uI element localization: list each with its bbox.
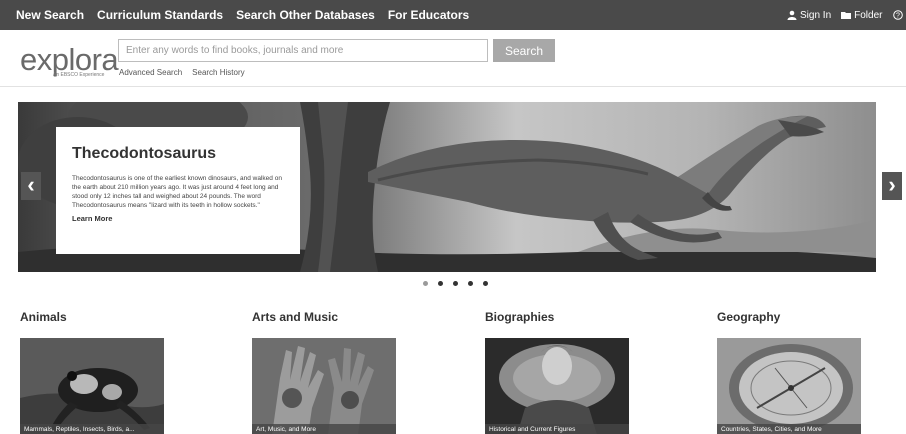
folder-icon	[841, 12, 852, 19]
chevron-left-icon: ‹	[27, 172, 35, 197]
carousel-next-button[interactable]: ›	[882, 172, 902, 200]
category-title[interactable]: Animals	[20, 310, 180, 332]
search-button[interactable]: Search	[493, 39, 555, 62]
nav-new-search[interactable]: New Search	[16, 8, 84, 22]
category-caption: Art, Music, and More	[252, 424, 396, 434]
category-title[interactable]: Arts and Music	[252, 310, 412, 332]
compass-photo	[717, 338, 861, 434]
carousel-dot[interactable]	[453, 281, 458, 286]
hero-description: Thecodontosaurus is one of the earliest …	[72, 175, 282, 209]
category-geography: Geography Countries, States, Cities, and…	[717, 310, 877, 434]
chevron-right-icon: ›	[888, 172, 896, 197]
folder-label: Folder	[854, 9, 883, 21]
svg-text:?: ?	[896, 13, 900, 20]
category-title[interactable]: Biographies	[485, 310, 645, 332]
carousel-prev-button[interactable]: ‹	[21, 172, 41, 200]
carousel-pagination	[423, 281, 488, 286]
hero-carousel: Thecodontosaurus Thecodontosaurus is one…	[18, 102, 876, 272]
carousel-dot[interactable]	[438, 281, 443, 286]
category-image[interactable]: Historical and Current Figures	[485, 338, 629, 434]
category-image[interactable]: Countries, States, Cities, and More	[717, 338, 861, 434]
explora-logo[interactable]: explora An EBSCO Experience	[20, 42, 119, 82]
portrait-photo	[485, 338, 629, 434]
sign-in-link[interactable]: Sign In	[787, 10, 831, 21]
category-arts-and-music: Arts and Music Art, Music, and More	[252, 310, 412, 434]
logo-tagline: An EBSCO Experience	[53, 72, 105, 78]
help-link[interactable]: ? He	[892, 10, 906, 21]
user-nav: Sign In Folder ? He	[787, 0, 906, 30]
learn-more-link[interactable]: Learn More	[72, 214, 284, 223]
search-sublinks: Advanced Search Search History	[119, 68, 245, 77]
category-caption: Historical and Current Figures	[485, 424, 629, 434]
user-icon	[787, 10, 797, 20]
primary-nav: New Search Curriculum Standards Search O…	[16, 0, 469, 30]
carousel-dot[interactable]	[483, 281, 488, 286]
search-header: explora An EBSCO Experience Search Advan…	[0, 30, 906, 87]
hero-caption-box: Thecodontosaurus Thecodontosaurus is one…	[56, 127, 300, 254]
folder-link[interactable]: Folder	[841, 9, 883, 21]
help-icon: ?	[892, 10, 903, 20]
nav-for-educators[interactable]: For Educators	[388, 8, 469, 22]
category-title[interactable]: Geography	[717, 310, 877, 332]
top-nav-bar: New Search Curriculum Standards Search O…	[0, 0, 906, 30]
category-caption: Mammals, Reptiles, Insects, Birds, a...	[20, 424, 164, 434]
nav-search-other-databases[interactable]: Search Other Databases	[236, 8, 375, 22]
carousel-dot[interactable]	[423, 281, 428, 286]
category-animals: Animals Mammals, Reptiles, Insects, Bird…	[20, 310, 180, 434]
category-image[interactable]: Mammals, Reptiles, Insects, Birds, a...	[20, 338, 164, 434]
category-caption: Countries, States, Cities, and More	[717, 424, 861, 434]
carousel-dot[interactable]	[468, 281, 473, 286]
search-input[interactable]	[118, 39, 488, 62]
hero-title: Thecodontosaurus	[72, 145, 217, 162]
painted-hands-photo	[252, 338, 396, 434]
sign-in-label: Sign In	[800, 9, 832, 21]
category-biographies: Biographies Historical and Current Figur…	[485, 310, 645, 434]
nav-curriculum-standards[interactable]: Curriculum Standards	[97, 8, 223, 22]
category-image[interactable]: Art, Music, and More	[252, 338, 396, 434]
search-history-link[interactable]: Search History	[192, 68, 244, 77]
advanced-search-link[interactable]: Advanced Search	[119, 68, 182, 77]
frog-photo	[20, 338, 164, 434]
